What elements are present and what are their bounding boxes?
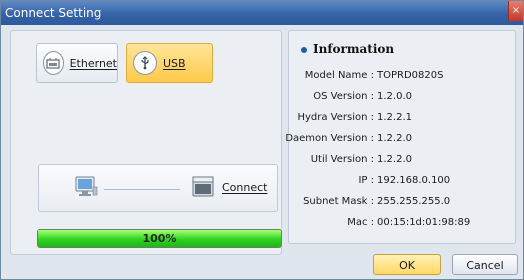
info-label: OS Version :	[313, 91, 374, 102]
info-label: Hydra Version :	[297, 112, 374, 123]
info-value: 00:15:1d:01:98:89	[377, 217, 471, 228]
info-label: Subnet Mask :	[303, 196, 374, 207]
info-value: TOPRD0820S	[377, 70, 444, 81]
connection-line	[104, 189, 180, 190]
bullet-icon	[301, 46, 307, 53]
info-value: 1.2.2.0	[377, 133, 412, 144]
information-heading: Information	[301, 42, 394, 56]
ok-button[interactable]: OK	[373, 254, 441, 275]
usb-button[interactable]: USB	[126, 43, 213, 83]
connect-setting-window: Connect Setting × Ethernet USB Connect 1…	[0, 0, 524, 280]
connect-area[interactable]: Connect	[38, 164, 278, 212]
ethernet-button[interactable]: Ethernet	[36, 43, 118, 83]
ethernet-label: Ethernet	[69, 56, 117, 70]
info-label: Util Version :	[310, 154, 374, 165]
information-title: Information	[313, 42, 395, 56]
connect-label: Connect	[222, 181, 268, 194]
progress-bar: 100%	[37, 229, 282, 248]
progress-text: 100%	[142, 232, 177, 245]
info-value: 1.2.0.0	[377, 91, 412, 102]
usb-icon	[133, 51, 157, 75]
information-panel: Information Model Name : TOPRD0820S OS V…	[285, 30, 516, 244]
title-bar: Connect Setting ×	[1, 1, 523, 25]
info-label: IP :	[358, 175, 374, 186]
connection-panel: Ethernet USB Connect 100%	[10, 30, 282, 255]
cancel-button[interactable]: Cancel	[452, 254, 518, 275]
device-icon	[191, 175, 217, 202]
usb-label: USB	[163, 56, 186, 70]
info-label: Model Name :	[304, 70, 374, 81]
info-value: 255.255.255.0	[377, 196, 451, 207]
window-title: Connect Setting	[5, 6, 102, 20]
info-value: 192.168.0.100	[377, 175, 451, 186]
ethernet-icon	[43, 51, 64, 75]
computer-icon	[73, 175, 99, 202]
info-value: 1.2.2.0	[377, 154, 412, 165]
close-icon[interactable]: ×	[508, 1, 523, 21]
info-value: 1.2.2.1	[377, 112, 412, 123]
info-label: Mac :	[347, 217, 374, 228]
info-label: Daemon Version :	[285, 133, 374, 144]
